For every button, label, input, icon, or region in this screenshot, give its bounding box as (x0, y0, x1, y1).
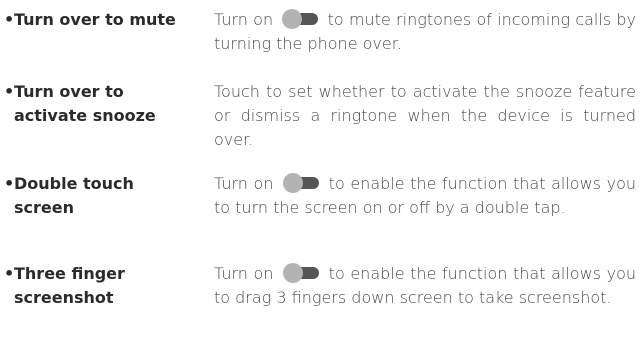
term-line: screen (14, 198, 74, 217)
bullet: • (4, 264, 15, 283)
term-turn-over-to-activate-snooze: •Turn over to activate snooze (4, 80, 204, 128)
term-line: Turn over to (14, 82, 124, 101)
term-line: activate snooze (14, 106, 156, 125)
desc-text: Touch to set whether to activate the sno… (214, 82, 636, 149)
desc-text: Turn on (214, 264, 274, 283)
desc-turn-over-to-activate-snooze: Touch to set whether to activate the sno… (214, 80, 636, 152)
toggle-switch-icon (282, 9, 319, 29)
term-line: screenshot (14, 288, 114, 307)
term-double-touch-screen: •Double touch screen (4, 172, 204, 220)
term-three-finger-screenshot: •Three finger screenshot (4, 262, 204, 310)
toggle-switch-icon (283, 263, 320, 283)
desc-text: Turn on (214, 10, 274, 29)
desc-text: to mute ringtones of incoming calls by t… (214, 10, 637, 53)
term-line: Turn over to mute (14, 10, 176, 29)
toggle-switch-icon (283, 173, 320, 193)
desc-double-touch-screen: Turn on to enable the function that allo… (214, 172, 636, 220)
desc-three-finger-screenshot: Turn on to enable the function that allo… (214, 262, 636, 310)
desc-text: to enable the function that allows you t… (214, 264, 636, 307)
desc-text: to enable the function that allows you t… (214, 174, 636, 217)
settings-gestures-page: •Turn over to mute Turn on to mute ringt… (0, 0, 640, 344)
term-line: Three finger (14, 264, 125, 283)
term-line: Double touch (14, 174, 134, 193)
desc-text: Turn on (214, 174, 274, 193)
bullet: • (4, 174, 15, 193)
term-turn-over-to-mute: •Turn over to mute (4, 8, 204, 32)
desc-turn-over-to-mute: Turn on to mute ringtones of incoming ca… (214, 8, 636, 56)
bullet: • (4, 82, 15, 101)
bullet: • (4, 10, 15, 29)
